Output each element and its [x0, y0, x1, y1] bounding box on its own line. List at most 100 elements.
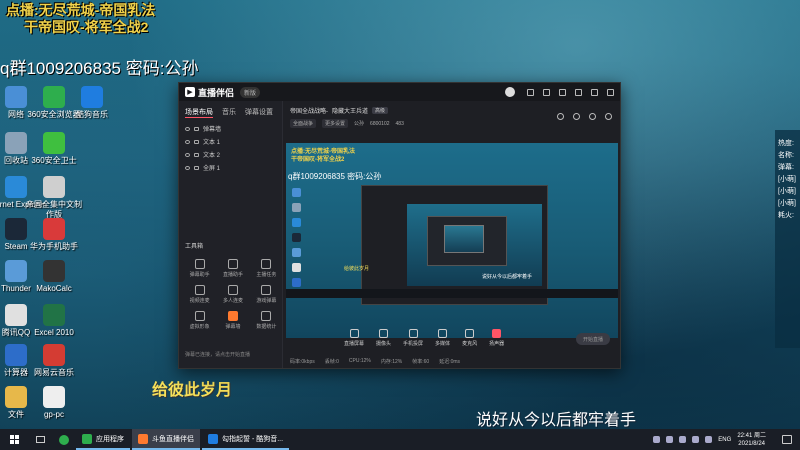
scene-item[interactable]: 全屏 1 — [179, 161, 282, 174]
tool-button[interactable]: 弹幕墙 — [216, 311, 249, 330]
desktop-icon[interactable]: 帝国全集中文制作版 — [24, 176, 84, 220]
source-button[interactable]: 摄像头 — [376, 329, 391, 347]
eye-icon[interactable] — [185, 126, 190, 131]
start-button[interactable] — [0, 429, 28, 450]
calc-icon — [43, 260, 65, 282]
tool-button[interactable]: 弹幕助手 — [183, 259, 216, 278]
toolbox-heading: 工具箱 — [185, 244, 204, 250]
lock-icon[interactable] — [194, 165, 199, 170]
taskbar-app[interactable]: 斗鱼直播伴侣 — [132, 429, 200, 450]
scene-item[interactable]: 弹幕墙 — [179, 122, 282, 135]
tab-scene-layout[interactable]: 场景布局 — [185, 107, 213, 118]
desktop-icon[interactable]: 酷狗音乐 — [62, 86, 122, 120]
share-icon[interactable] — [589, 113, 596, 120]
eye-icon[interactable] — [185, 139, 190, 144]
tab-music[interactable]: 音乐 — [222, 107, 236, 118]
room-tag: 高级 — [372, 107, 389, 114]
scene-item[interactable]: 文本 2 — [179, 148, 282, 161]
lock-icon[interactable] — [194, 126, 199, 131]
user-avatar[interactable] — [505, 87, 515, 97]
stream-preview[interactable]: 点播:无尽荒城-帝国乳法 干帝国叹-将军全战2 q群1009206835 密码:… — [286, 143, 618, 338]
eye-icon[interactable] — [185, 165, 190, 170]
volume-tray-icon[interactable] — [705, 436, 713, 443]
danmaku-chat-panel: 热度: 名称: 弹幕: [小萌] [小萌] [小萌] 耗火: — [775, 130, 800, 348]
tool-button[interactable]: 主播任务 — [250, 259, 283, 278]
tray-icon[interactable] — [666, 436, 674, 443]
gift-icon[interactable] — [527, 88, 534, 96]
ime-indicator[interactable]: ENG — [718, 437, 731, 443]
taskbar-app[interactable]: 勾指起誓 - 酷狗音... — [202, 429, 290, 450]
tool-icon — [261, 259, 272, 269]
chat-line: 耗火: — [778, 212, 794, 219]
tool-button[interactable]: 游戏弹幕 — [250, 285, 283, 304]
tab-danmaku-settings[interactable]: 弹幕设置 — [245, 107, 273, 118]
desktop-icon[interactable]: gp-pc — [24, 386, 84, 420]
desktop-icon[interactable]: 华为手机助手 — [24, 218, 84, 252]
desktop-icon[interactable]: MakoCalc — [24, 260, 84, 294]
overlay-line-1: 点播:无尽荒城-帝国乳法 — [6, 2, 156, 18]
clock-date: 2021/8/24 — [738, 440, 765, 447]
notification-icon[interactable] — [782, 435, 792, 444]
room-title[interactable]: 帝国全战战略- — [290, 106, 328, 115]
tray-icon[interactable] — [679, 436, 687, 443]
lock-icon[interactable] — [194, 152, 199, 157]
source-icon — [379, 329, 389, 338]
scene-label: 文本 2 — [203, 153, 221, 159]
tool-button[interactable]: 多人连麦 — [216, 285, 249, 304]
taskbar-apps: 应用程序 斗鱼直播伴侣 勾指起誓 - 酷狗音... — [76, 429, 291, 450]
tool-icon — [194, 311, 205, 321]
source-button[interactable]: 扬声器 — [489, 329, 504, 347]
scene-item[interactable]: 文本 1 — [179, 135, 282, 148]
room-info-item[interactable]: 更多设置 — [322, 119, 349, 128]
chat-line: [小萌] — [778, 188, 796, 195]
tray-icon[interactable] — [653, 436, 661, 443]
desktop-icon-label: 酷狗音乐 — [76, 110, 108, 119]
close-icon[interactable] — [607, 88, 614, 96]
scene-label: 弹幕墙 — [203, 127, 222, 133]
settings-icon[interactable] — [559, 88, 566, 96]
bag-icon[interactable] — [573, 113, 580, 120]
tool-button[interactable]: 虚拟形象 — [183, 311, 216, 330]
taskbar-app[interactable]: 应用程序 — [76, 429, 130, 450]
source-button[interactable]: 麦克风 — [462, 329, 477, 347]
minimize-icon[interactable] — [575, 88, 582, 96]
tool-label: 弹幕墙 — [225, 324, 241, 330]
lock-icon[interactable] — [194, 139, 199, 144]
network-tray-icon[interactable] — [692, 436, 700, 443]
tool-icon — [227, 311, 238, 321]
desktop-icon[interactable]: Excel 2010 — [24, 304, 84, 338]
desktop-icon[interactable]: 网易云音乐 — [24, 344, 84, 378]
room-info-item[interactable]: 全面战争 — [290, 119, 317, 128]
toolbox-grid: 弹幕助手 直播助手 主播任务视频连麦 多人连麦 游戏弹幕虚拟形象 弹幕墙 数据统计 — [183, 259, 283, 330]
live-companion-window: ▶ 直播伴侣 新版 场景布局 音乐 弹幕设置 弹幕墙 文本 1 文本 2 全屏 1 工… — [178, 82, 621, 369]
desktop-icon-label: Excel 2010 — [34, 328, 74, 337]
clock[interactable]: 22:41 周二 2021/8/24 — [737, 432, 766, 448]
empire-icon — [43, 176, 65, 198]
start-live-button[interactable]: 开始直播 — [576, 333, 610, 345]
taskbar-app-icon — [208, 433, 218, 444]
tool-label: 弹幕助手 — [189, 272, 210, 278]
desktop-icon[interactable]: 360安全卫士 — [24, 132, 84, 166]
chat-line: [小萌] — [778, 176, 796, 183]
kugou-icon — [81, 86, 103, 108]
source-button[interactable]: 直播屏幕 — [344, 329, 364, 347]
source-button[interactable]: 多媒体 — [435, 329, 450, 347]
tool-button[interactable]: 直播助手 — [216, 259, 249, 278]
room-info-item: 483 — [395, 120, 404, 127]
eye-icon[interactable] — [185, 152, 190, 157]
360-guard-icon — [43, 132, 65, 154]
message-icon[interactable] — [543, 88, 550, 96]
360-taskbar-icon[interactable] — [52, 429, 76, 450]
tool-button[interactable]: 视频连麦 — [183, 285, 216, 304]
version-badge[interactable]: 新版 — [240, 86, 261, 98]
source-button[interactable]: 手机投屏 — [403, 329, 423, 347]
gift-box-icon[interactable] — [557, 113, 564, 120]
overlay-line-2: 干帝国叹-将军全战2 — [24, 19, 149, 35]
tool-button[interactable]: 数据统计 — [250, 311, 283, 330]
header-tools — [557, 113, 612, 120]
task-view-button[interactable] — [28, 429, 52, 450]
app-name: 直播伴侣 — [198, 87, 235, 98]
maximize-icon[interactable] — [591, 88, 598, 96]
more-icon[interactable] — [605, 113, 612, 120]
preview-overlay-line-2: 干帝国叹-将军全战2 — [291, 157, 345, 163]
